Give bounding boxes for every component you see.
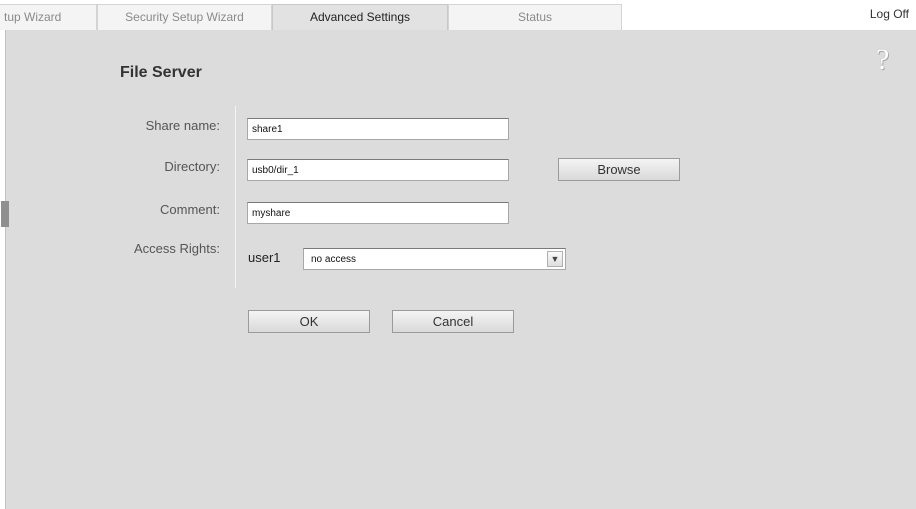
- log-off-link[interactable]: Log Off: [870, 7, 909, 21]
- access-user-label: user1: [248, 250, 281, 265]
- tab-setup-wizard[interactable]: tup Wizard: [0, 4, 97, 30]
- comment-label: Comment:: [160, 202, 220, 217]
- access-rights-selected-value: no access: [311, 254, 357, 265]
- directory-input[interactable]: usb0/dir_1: [247, 159, 509, 181]
- top-navigation: tup Wizard Security Setup Wizard Advance…: [0, 0, 916, 30]
- access-rights-label: Access Rights:: [134, 241, 220, 256]
- directory-label: Directory:: [164, 159, 220, 174]
- page-title: File Server: [120, 64, 202, 81]
- ok-button[interactable]: OK: [248, 310, 370, 333]
- browse-button[interactable]: Browse: [558, 158, 680, 181]
- access-rights-select[interactable]: no access ▼: [303, 248, 566, 270]
- form-divider: [235, 106, 236, 288]
- help-question-icon[interactable]: ?: [876, 45, 889, 75]
- tab-advanced-settings[interactable]: Advanced Settings: [272, 4, 448, 30]
- tab-status[interactable]: Status: [448, 4, 622, 30]
- chevron-down-icon[interactable]: ▼: [547, 251, 563, 267]
- share-name-label: Share name:: [145, 118, 220, 133]
- comment-input[interactable]: myshare: [247, 202, 509, 224]
- share-name-input[interactable]: share1: [247, 118, 509, 140]
- tab-security-setup-wizard[interactable]: Security Setup Wizard: [97, 4, 272, 30]
- sidebar-toggle-handle[interactable]: [1, 201, 9, 227]
- cancel-button[interactable]: Cancel: [392, 310, 514, 333]
